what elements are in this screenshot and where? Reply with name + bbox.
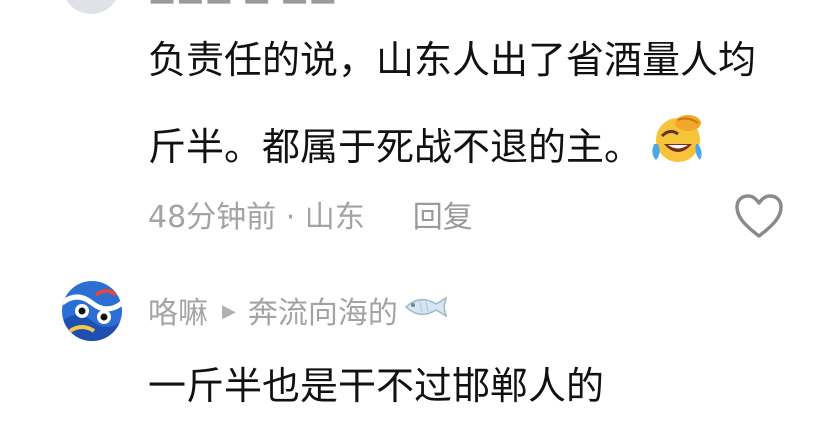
username-cut-off: ▬▬▬ ▬ ▬▬ [148, 0, 337, 6]
comment-text-line-1: 负责任的说，山东人出了省酒量人均 [148, 38, 757, 82]
heart-outline-icon[interactable] [733, 192, 785, 240]
comment-text: 一斤半也是干不过邯郸人的 [148, 364, 605, 408]
comment-text-line-2: 斤半。都属于死战不退的主。 [148, 115, 704, 181]
comment-time-location: 48分钟前 · 山东 [148, 200, 365, 235]
avatar-previous[interactable] [62, 0, 120, 14]
reply-to-username[interactable]: 奔流向海的 [248, 296, 398, 331]
comment-text-line-2-text: 斤半。都属于死战不退的主。 [148, 125, 643, 169]
comment-user-row: 咯嘛 ▶ 奔流向海的 [148, 292, 450, 337]
comment-meta: 48分钟前 · 山东 回复 [148, 196, 473, 240]
fish-icon [400, 291, 450, 335]
play-arrow-icon: ▶ [222, 300, 236, 322]
username[interactable]: 咯嘛 [148, 296, 208, 331]
laughing-tears-emoji-icon [648, 114, 704, 177]
avatar[interactable] [62, 281, 122, 341]
reply-button[interactable]: 回复 [413, 200, 473, 235]
